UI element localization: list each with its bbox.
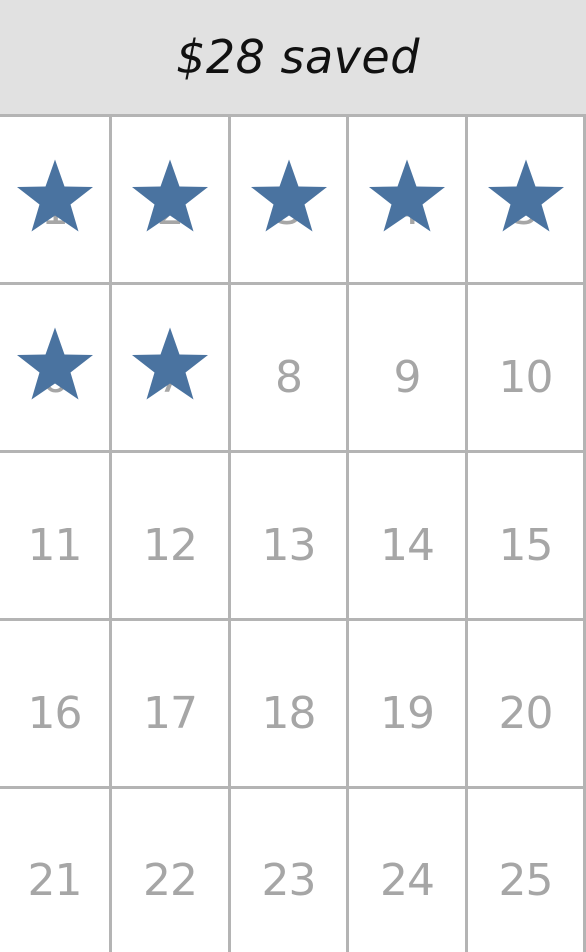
day-cell-11[interactable]: 11 [0, 453, 109, 618]
day-cell-19[interactable]: 19 [349, 621, 465, 786]
day-number: 15 [498, 520, 554, 571]
day-cell-4[interactable]: 4 [349, 117, 465, 282]
day-number: 13 [261, 520, 317, 571]
star-icon [16, 158, 93, 231]
day-number: 12 [143, 520, 198, 571]
day-number: 21 [27, 855, 83, 906]
day-cell-21[interactable]: 21 [0, 789, 109, 952]
day-cell-6[interactable]: 6 [0, 285, 109, 450]
day-cell-2[interactable]: 2 [112, 117, 228, 282]
day-cell-14[interactable]: 14 [349, 453, 465, 618]
day-cell-23[interactable]: 23 [231, 789, 346, 952]
star-icon [487, 158, 564, 231]
day-number: 24 [380, 855, 435, 906]
day-cell-10[interactable]: 10 [468, 285, 583, 450]
day-number: 22 [143, 855, 198, 906]
day-cell-15[interactable]: 15 [468, 453, 583, 618]
savings-calendar-screen: $28 saved 123456789101112131415161718192… [0, 0, 586, 952]
day-number: 14 [380, 520, 435, 571]
day-number: 9 [393, 352, 422, 403]
day-number: 23 [261, 855, 317, 906]
day-cell-1[interactable]: 1 [0, 117, 109, 282]
day-cell-9[interactable]: 9 [349, 285, 465, 450]
star-icon [369, 158, 445, 231]
star-icon [132, 158, 208, 231]
day-cell-16[interactable]: 16 [0, 621, 109, 786]
day-cell-17[interactable]: 17 [112, 621, 228, 786]
day-number: 18 [261, 688, 317, 739]
day-cell-20[interactable]: 20 [468, 621, 583, 786]
day-number: 17 [143, 688, 198, 739]
savings-total-label: $28 saved [176, 30, 420, 84]
day-cell-3[interactable]: 3 [231, 117, 346, 282]
savings-header: $28 saved [0, 0, 586, 117]
day-grid: 1234567891011121314151617181920212223242… [0, 117, 586, 952]
star-icon [16, 326, 93, 399]
day-cell-13[interactable]: 13 [231, 453, 346, 618]
day-cell-22[interactable]: 22 [112, 789, 228, 952]
day-cell-8[interactable]: 8 [231, 285, 346, 450]
day-cell-7[interactable]: 7 [112, 285, 228, 450]
day-number: 20 [498, 688, 554, 739]
day-cell-5[interactable]: 5 [468, 117, 583, 282]
day-number: 11 [27, 520, 83, 571]
star-icon [250, 158, 327, 231]
day-number: 16 [27, 688, 83, 739]
day-cell-24[interactable]: 24 [349, 789, 465, 952]
star-icon [132, 326, 208, 399]
day-cell-12[interactable]: 12 [112, 453, 228, 618]
day-number: 10 [498, 352, 554, 403]
day-number: 8 [275, 352, 303, 403]
day-cell-18[interactable]: 18 [231, 621, 346, 786]
day-number: 25 [498, 855, 554, 906]
day-number: 19 [380, 688, 435, 739]
day-cell-25[interactable]: 25 [468, 789, 583, 952]
